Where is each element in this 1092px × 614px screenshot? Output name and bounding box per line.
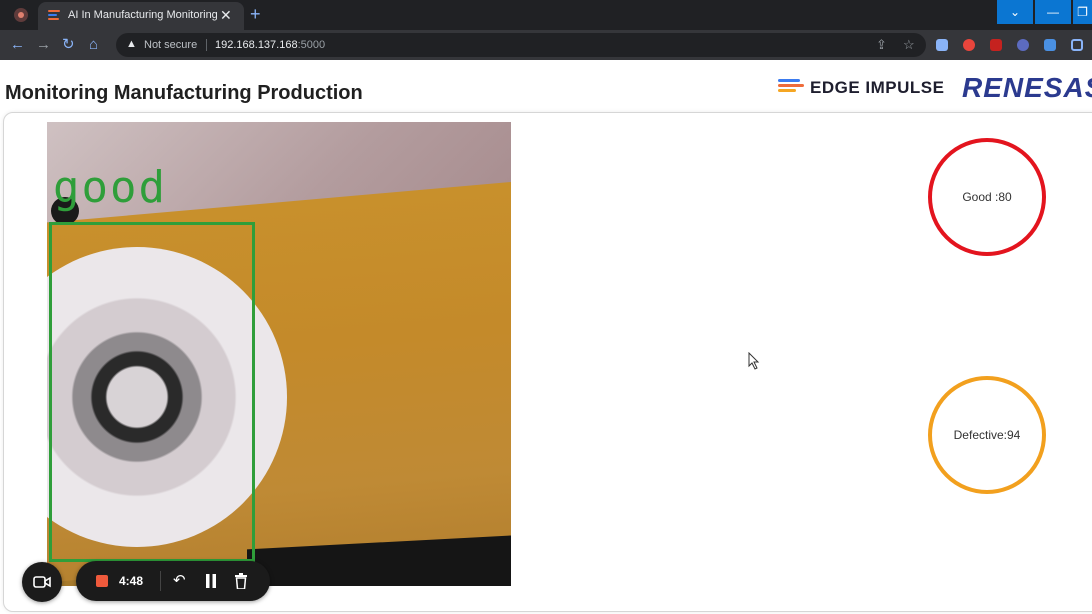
page-title: Monitoring Manufacturing Production	[5, 82, 363, 104]
good-count-badge: Good :80	[928, 138, 1046, 256]
detection-bounding-box	[49, 222, 255, 562]
browser-tab-bar: AI In Manufacturing Monitoring ✕ + ⌄ — ❐	[0, 0, 1092, 30]
restore-button[interactable]: ❐	[1073, 0, 1092, 24]
trash-icon[interactable]	[234, 573, 248, 589]
new-tab-button[interactable]: +	[250, 4, 261, 24]
security-status[interactable]: Not secure	[144, 39, 197, 51]
extension-icon[interactable]	[990, 39, 1002, 51]
defective-count-text: Defective:94	[953, 428, 1021, 442]
forward-icon[interactable]: →	[36, 36, 51, 54]
inactive-tab-icon[interactable]	[14, 8, 28, 22]
page-content: Monitoring Manufacturing Production EDGE…	[0, 60, 1092, 614]
camera-icon	[33, 576, 51, 588]
reload-icon[interactable]: ↻	[62, 36, 75, 54]
edge-impulse-logo-text: EDGE IMPULSE	[810, 78, 945, 97]
stop-icon[interactable]	[96, 575, 108, 587]
address-separator	[206, 39, 207, 51]
recorder-controls: 4:48 ↶	[76, 561, 270, 601]
mouse-cursor-icon	[748, 352, 760, 370]
minimize-button[interactable]: —	[1035, 0, 1071, 24]
tab-title: AI In Manufacturing Monitoring	[68, 9, 218, 21]
side-panel-icon[interactable]	[1071, 39, 1083, 51]
pause-icon[interactable]	[205, 574, 217, 588]
extension-icon[interactable]	[963, 39, 975, 51]
browser-toolbar: ← → ↻ ⌂ ▲ Not secure 192.168.137.168:500…	[0, 30, 1092, 60]
recorder-camera-button[interactable]	[22, 562, 62, 602]
url-host: 192.168.137.168	[215, 39, 298, 51]
address-bar[interactable]: ▲ Not secure 192.168.137.168:5000 ⇪ ☆	[116, 33, 926, 57]
share-icon[interactable]: ⇪	[876, 37, 887, 53]
url-text[interactable]: 192.168.137.168:5000	[215, 39, 325, 51]
good-count-text: Good :80	[962, 190, 1012, 204]
recorder-divider	[160, 571, 161, 591]
edge-impulse-logo-icon	[778, 79, 804, 97]
renesas-logo: RENESAS	[962, 72, 1092, 103]
active-tab[interactable]: AI In Manufacturing Monitoring ✕	[38, 2, 244, 30]
extension-icon[interactable]	[936, 39, 948, 51]
extension-icon[interactable]	[1017, 39, 1029, 51]
bookmark-star-icon[interactable]: ☆	[903, 37, 915, 53]
back-icon[interactable]: ←	[10, 36, 25, 54]
url-port: :5000	[297, 39, 326, 51]
warning-icon[interactable]: ▲	[126, 38, 137, 50]
home-icon[interactable]: ⌂	[89, 36, 98, 54]
tab-favicon-icon	[48, 10, 60, 22]
camera-feed: good	[47, 122, 511, 586]
detection-label: good	[53, 162, 167, 213]
recording-timer: 4:48	[119, 574, 144, 588]
extensions-puzzle-icon[interactable]	[1044, 39, 1056, 51]
window-menu-button[interactable]: ⌄	[997, 0, 1033, 24]
tab-close-icon[interactable]: ✕	[220, 7, 232, 23]
defective-count-badge: Defective:94	[928, 376, 1046, 494]
undo-icon[interactable]: ↶	[173, 571, 186, 591]
